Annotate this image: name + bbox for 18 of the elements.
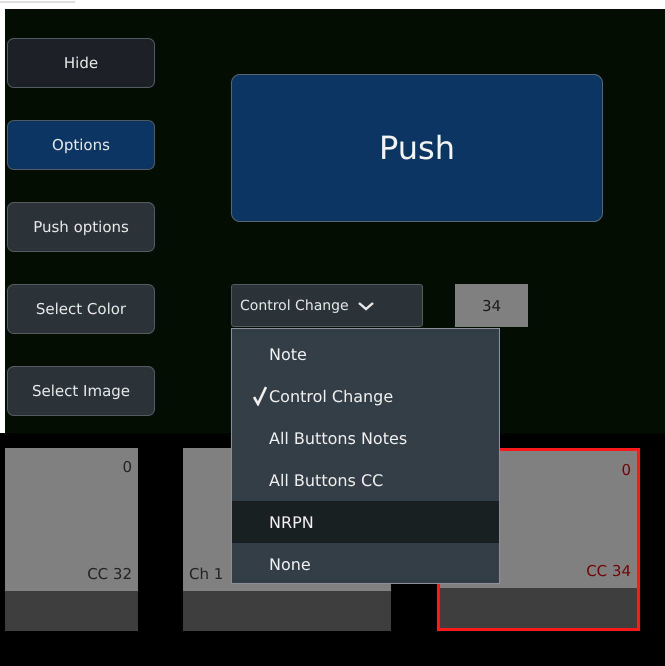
number-field[interactable]: 34 [455,284,528,327]
pad-value: 0 [621,461,631,481]
side-button[interactable]: Options [7,120,155,170]
side-button[interactable]: Select Color [7,284,155,334]
pad-label: CC 34 [586,562,631,580]
menu-item[interactable]: NRPN [232,501,499,543]
pad-value: 0 [122,458,132,478]
side-button[interactable]: Hide [7,38,155,88]
checkmark-icon [253,386,267,406]
type-dropdown[interactable]: Control Change [231,284,423,327]
pad-label: CC 32 [87,565,132,583]
side-button[interactable]: Select Image [7,366,155,416]
push-button[interactable]: Push [231,74,603,222]
menu-item[interactable]: Control Change [232,375,499,417]
pad-label: Ch 1 [189,565,224,583]
side-button[interactable]: Push options [7,202,155,252]
menu-item[interactable]: Note [232,333,499,375]
chevron-down-icon [356,300,375,310]
